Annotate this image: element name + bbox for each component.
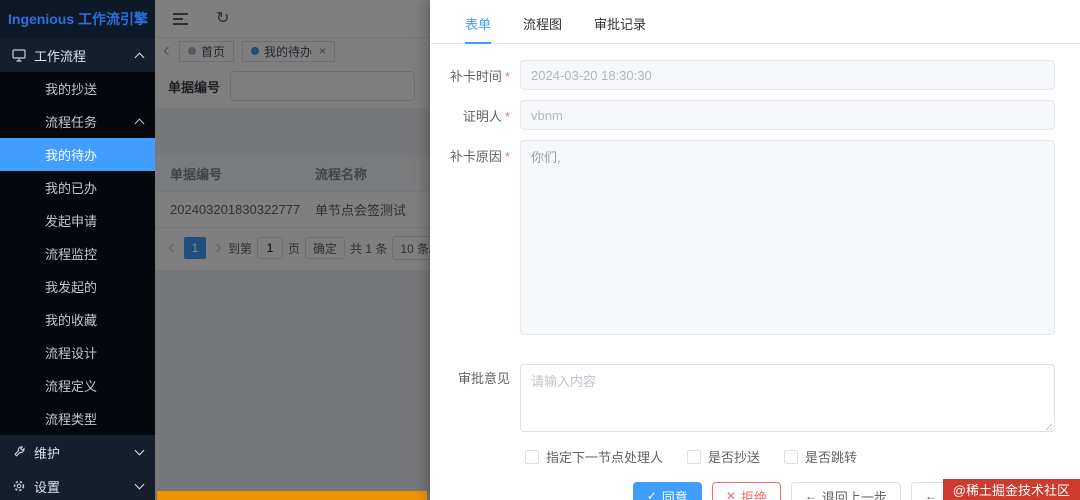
sidebar-menu-maintenance[interactable]: 维护 bbox=[0, 435, 155, 469]
check-icon: ✓ bbox=[646, 489, 657, 500]
sidebar-item-label: 流程任务 bbox=[45, 115, 98, 130]
sidebar-menu-label: 工作流程 bbox=[34, 48, 87, 64]
sidebar-item-my-initiated[interactable]: 我发起的 bbox=[0, 270, 155, 303]
checkbox-icon bbox=[687, 449, 702, 464]
app-logo: Ingenious 工作流引擎 bbox=[0, 0, 155, 38]
sidebar-item-flow-definition[interactable]: 流程定义 bbox=[0, 369, 155, 402]
chevron-down-icon bbox=[134, 479, 145, 489]
sidebar-item-flow-type[interactable]: 流程类型 bbox=[0, 402, 155, 435]
gear-icon bbox=[12, 479, 26, 493]
chevron-up-icon bbox=[134, 118, 145, 129]
sidebar-item-my-cc[interactable]: 我的抄送 bbox=[0, 72, 155, 105]
opinion-textarea[interactable] bbox=[520, 364, 1055, 432]
checkbox-icon bbox=[525, 449, 539, 464]
wrench-icon bbox=[12, 445, 26, 459]
sidebar-item-label: 发起申请 bbox=[45, 214, 98, 229]
button-label: 拒绝 bbox=[740, 489, 767, 500]
sidebar-item-flow-design[interactable]: 流程设计 bbox=[0, 336, 155, 369]
opinion-label: 审批意见 bbox=[457, 371, 510, 386]
checkbox-row: 指定下一节点处理人 是否抄送 是否跳转 bbox=[525, 447, 1055, 466]
sidebar-item-flow-monitor[interactable]: 流程监控 bbox=[0, 237, 155, 270]
back-previous-step-button[interactable]: ← 退回上一步 bbox=[790, 482, 901, 500]
left-arrow-icon: ← bbox=[924, 489, 937, 500]
sidebar-item-my-done[interactable]: 我的已办 bbox=[0, 171, 155, 204]
sidebar-menu-workflow[interactable]: 工作流程 bbox=[0, 38, 155, 72]
checkbox-cc[interactable]: 是否抄送 bbox=[687, 447, 760, 466]
screen: Ingenious 工作流引擎 工作流程 我的抄送 流程任务 我的待办 我的已办… bbox=[0, 0, 1080, 500]
watermark: @稀土掘金技术社区 bbox=[942, 479, 1080, 500]
checkbox-icon bbox=[784, 449, 799, 464]
button-label: 退回上一步 bbox=[821, 489, 887, 500]
sidebar-item-my-favorites[interactable]: 我的收藏 bbox=[0, 303, 155, 336]
chevron-down-icon bbox=[134, 445, 145, 455]
orange-scrollbar bbox=[157, 491, 427, 500]
sidebar-item-label: 我的已办 bbox=[45, 181, 98, 196]
sidebar-item-label: 流程类型 bbox=[45, 412, 98, 427]
agree-button[interactable]: ✓ 同意 bbox=[632, 482, 702, 500]
checkbox-label: 指定下一节点处理人 bbox=[546, 450, 664, 465]
tab-flow-chart[interactable]: 流程图 bbox=[523, 14, 562, 43]
field-row-reason: 补卡原因 你们, bbox=[430, 140, 1055, 338]
reason-textarea: 你们, bbox=[520, 140, 1055, 335]
sidebar-item-label: 流程监控 bbox=[45, 247, 98, 262]
left-arrow-icon: ← bbox=[804, 489, 817, 500]
sidebar-item-label: 流程设计 bbox=[45, 346, 98, 361]
field-row-opinion: 审批意见 bbox=[430, 356, 1055, 435]
approval-drawer: 表单 流程图 审批记录 补卡时间 证明人 补卡原因 你们, bbox=[430, 0, 1080, 500]
sidebar-menu-label: 设置 bbox=[34, 479, 61, 495]
sidebar-item-label: 我发起的 bbox=[45, 280, 98, 295]
chevron-up-icon bbox=[134, 52, 145, 62]
time-label: 补卡时间 bbox=[430, 60, 520, 90]
button-label: 同意 bbox=[661, 489, 688, 500]
reject-button[interactable]: ✕ 拒绝 bbox=[711, 482, 781, 500]
drawer-tabs: 表单 流程图 审批记录 bbox=[430, 0, 1080, 44]
reason-label: 补卡原因 bbox=[430, 140, 520, 338]
sidebar-item-label: 我的抄送 bbox=[45, 82, 98, 97]
sidebar-item-label: 我的收藏 bbox=[45, 313, 98, 328]
sidebar-item-label: 流程定义 bbox=[45, 379, 98, 394]
time-input bbox=[520, 60, 1055, 90]
checkbox-assign-next-handler[interactable]: 指定下一节点处理人 bbox=[525, 447, 663, 466]
field-row-time: 补卡时间 bbox=[430, 60, 1055, 90]
drawer-form: 补卡时间 证明人 补卡原因 你们, 审批意见 bbox=[430, 44, 1080, 500]
sidebar-item-my-todo[interactable]: 我的待办 bbox=[0, 138, 155, 171]
sidebar-menu-label: 维护 bbox=[34, 445, 61, 461]
tab-form[interactable]: 表单 bbox=[465, 14, 492, 44]
sidebar-menu-settings[interactable]: 设置 bbox=[0, 469, 155, 500]
checkbox-label: 是否跳转 bbox=[805, 450, 858, 465]
sidebar-item-start-request[interactable]: 发起申请 bbox=[0, 204, 155, 237]
sidebar-item-flow-tasks[interactable]: 流程任务 bbox=[0, 105, 155, 138]
witness-label: 证明人 bbox=[430, 100, 520, 130]
sidebar: Ingenious 工作流引擎 工作流程 我的抄送 流程任务 我的待办 我的已办… bbox=[0, 0, 155, 500]
sidebar-item-label: 我的待办 bbox=[45, 148, 98, 163]
monitor-icon bbox=[12, 48, 26, 62]
x-icon: ✕ bbox=[725, 489, 736, 500]
tab-approval-records[interactable]: 审批记录 bbox=[594, 14, 646, 43]
checkbox-jump[interactable]: 是否跳转 bbox=[784, 447, 857, 466]
witness-input bbox=[520, 100, 1055, 130]
sidebar-submenu: 我的抄送 流程任务 我的待办 我的已办 发起申请 流程监控 我发起的 我的收藏 … bbox=[0, 72, 155, 435]
field-row-witness: 证明人 bbox=[430, 100, 1055, 130]
checkbox-label: 是否抄送 bbox=[708, 450, 761, 465]
